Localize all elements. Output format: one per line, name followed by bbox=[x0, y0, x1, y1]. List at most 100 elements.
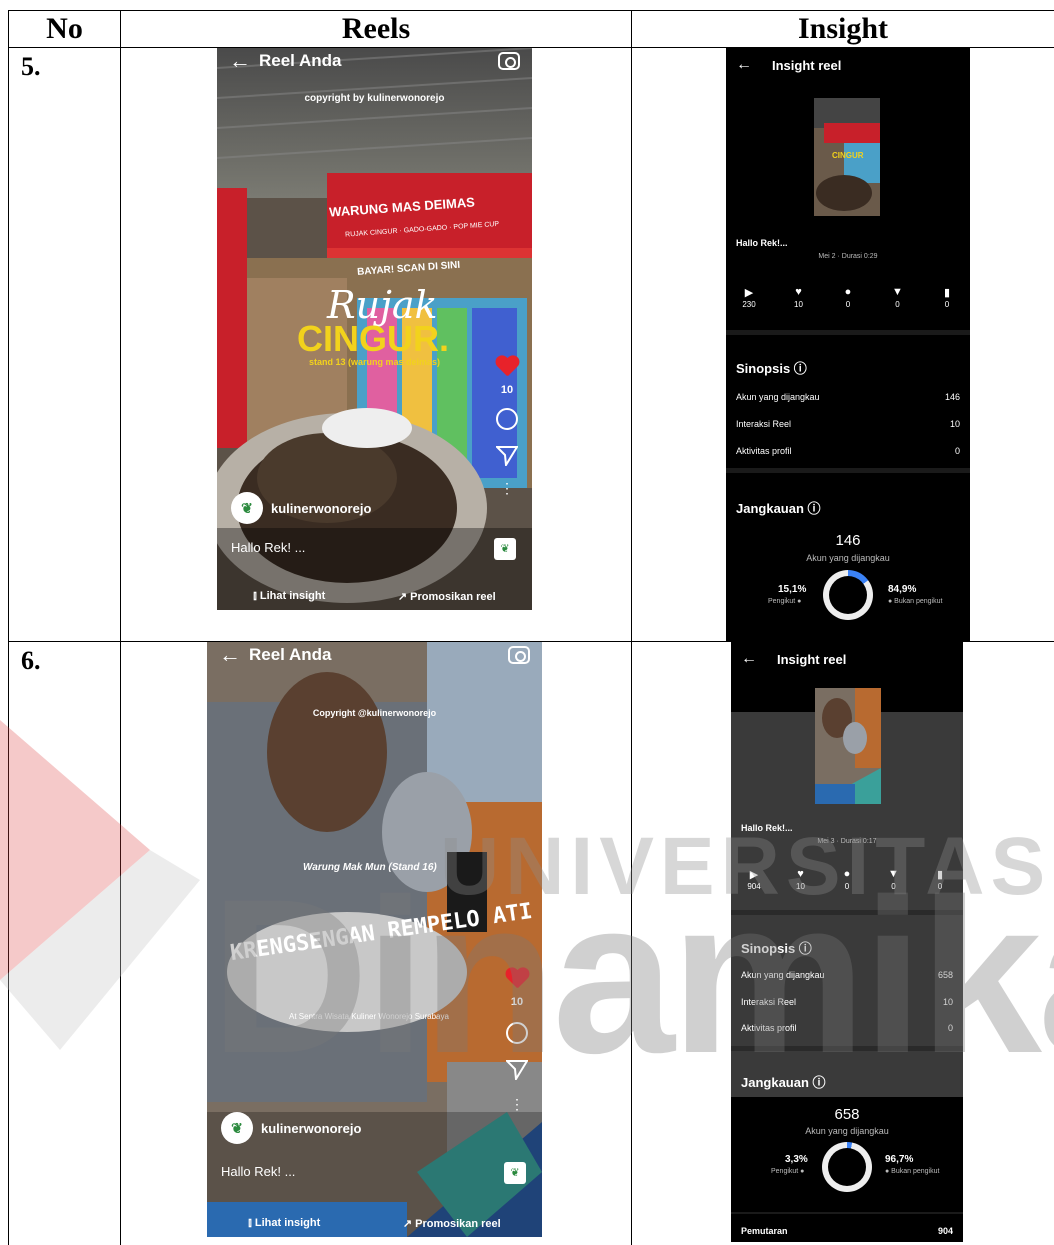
chart-icon: ⫾ bbox=[248, 1216, 255, 1229]
reel-user[interactable]: ❦ kulinerwonorejo bbox=[231, 492, 371, 524]
chart-icon: ⫾ bbox=[253, 589, 260, 602]
metric-row: Akun yang dijangkau 146 bbox=[736, 392, 960, 402]
heart-icon[interactable] bbox=[495, 356, 519, 378]
bookmark-icon: ▮ bbox=[936, 869, 944, 881]
share-icon[interactable] bbox=[504, 1060, 529, 1083]
saves-stat: ▮ 0 bbox=[927, 868, 953, 891]
metric-row: Interaksi Reel 10 bbox=[741, 997, 953, 1007]
document-table: No Reels Insight 5. WARUNG MAS DEIMAS RU… bbox=[8, 10, 1054, 1245]
metric-row: Aktivitas profil 0 bbox=[741, 1023, 953, 1033]
post-caption: Hallo Rek!... bbox=[741, 823, 793, 833]
follower-label: Pengikut ● bbox=[771, 1168, 805, 1175]
post-meta: Mei 2 · Durasi 0:29 bbox=[818, 253, 878, 260]
play-icon: ▶ bbox=[744, 287, 754, 299]
reach-donut bbox=[822, 1142, 872, 1192]
camera-icon[interactable] bbox=[498, 52, 520, 70]
more-icon[interactable]: ⋮ bbox=[494, 481, 520, 495]
nonfollower-label: ● Bukan pengikut bbox=[885, 1168, 940, 1175]
reach-number: 146 bbox=[835, 532, 861, 549]
section-jangkauan[interactable]: Jangkauan ⓘ bbox=[736, 498, 821, 517]
insight-link[interactable]: ⫾ Lihat insight bbox=[253, 590, 325, 603]
location-text: At Sentra Wisata Kuliner Wonorejo Suraba… bbox=[289, 1012, 449, 1021]
reach-label: Akun yang dijangkau bbox=[805, 1126, 889, 1136]
camera-icon[interactable] bbox=[508, 646, 530, 664]
stand-text: Warung Mak Mun (Stand 16) bbox=[303, 862, 437, 873]
heart-icon: ♥ bbox=[795, 286, 802, 298]
comment-icon[interactable] bbox=[506, 1022, 528, 1044]
overlay-big: CINGUR. bbox=[297, 318, 449, 359]
section-jangkauan[interactable]: Jangkauan ⓘ bbox=[741, 1072, 826, 1091]
reel-topbar: ← Reel Anda bbox=[217, 48, 532, 74]
avatar[interactable]: ❦ bbox=[221, 1112, 253, 1144]
nonfollower-label: ● Bukan pengikut bbox=[888, 598, 943, 605]
likes-stat: ♥ 10 bbox=[788, 868, 814, 891]
post-meta: Mei 3 · Durasi 0:17 bbox=[817, 838, 877, 845]
reel-thumbnail[interactable] bbox=[815, 688, 881, 804]
like-count: 10 bbox=[500, 384, 514, 396]
promote-link[interactable]: ↗ Promosikan reel bbox=[398, 590, 496, 603]
post-caption: Hallo Rek!... bbox=[736, 238, 788, 248]
username[interactable]: kulinerwonorejo bbox=[271, 501, 371, 516]
reel-topbar: ← Reel Anda bbox=[207, 642, 542, 668]
header-no: No bbox=[8, 10, 121, 48]
reach-label: Akun yang dijangkau bbox=[806, 553, 890, 563]
table-row: 5. WARUNG MAS DEIMAS RUJAK CINGUR · GADO… bbox=[8, 47, 1054, 642]
reel-user[interactable]: ❦ kulinerwonorejo bbox=[221, 1112, 361, 1144]
promote-link[interactable]: ↗ Promosikan reel bbox=[403, 1217, 501, 1230]
header-row: No Reels Insight bbox=[8, 10, 1054, 48]
more-icon[interactable]: ⋮ bbox=[504, 1097, 530, 1111]
back-arrow-icon[interactable]: ← bbox=[229, 48, 259, 74]
metric-row: Interaksi Reel 10 bbox=[736, 419, 960, 429]
reel-cell: ← Reel Anda Copyright @kulinerwonorejo W… bbox=[120, 641, 632, 1245]
row-number: 5. bbox=[8, 47, 121, 642]
comment-icon: ● bbox=[844, 286, 852, 298]
insight-screenshot: ← Insight reel Hallo Rek!... Mei 3 · Dur… bbox=[731, 642, 963, 1242]
insight-link[interactable]: ⫾ Lihat insight bbox=[248, 1217, 320, 1230]
reel-title: Reel Anda bbox=[259, 51, 342, 70]
insight-screenshot: ← Insight reel CINGUR Hallo Rek!... Mei … bbox=[726, 48, 970, 642]
reel-cell: WARUNG MAS DEIMAS RUJAK CINGUR · GADO-GA… bbox=[120, 47, 632, 642]
divider bbox=[726, 330, 970, 335]
comment-icon[interactable] bbox=[496, 408, 518, 430]
insight-topbar: ← Insight reel bbox=[736, 56, 841, 74]
reel-thumbnail[interactable]: CINGUR bbox=[814, 98, 880, 216]
post-stats: ▶ 904 ♥ 10 ● 0 ▼ 0 ▮ 0 bbox=[741, 868, 953, 891]
divider bbox=[731, 910, 963, 915]
overlay-small: stand 13 (warung mas deimas) bbox=[309, 357, 441, 367]
likes-stat: ♥ 10 bbox=[786, 286, 812, 309]
reel-bottom-bar: ⫾ Lihat insight ↗ Promosikan reel bbox=[207, 1209, 542, 1237]
insight-topbar: ← Insight reel bbox=[741, 650, 846, 668]
insight-cell: ← Insight reel CINGUR Hallo Rek!... Mei … bbox=[631, 47, 1054, 642]
reel-caption[interactable]: Hallo Rek! ... bbox=[231, 540, 305, 555]
share-icon[interactable] bbox=[494, 446, 519, 469]
heart-icon: ♥ bbox=[797, 868, 804, 880]
shares-stat: ▼ 0 bbox=[885, 286, 911, 309]
nonfollower-pct: 96,7% bbox=[885, 1154, 914, 1165]
back-arrow-icon[interactable]: ← bbox=[736, 56, 772, 74]
insight-title: Insight reel bbox=[772, 57, 842, 73]
section-sinopsis[interactable]: Sinopsis ⓘ bbox=[741, 938, 812, 957]
saves-stat: ▮ 0 bbox=[934, 286, 960, 309]
follower-pct: 3,3% bbox=[785, 1154, 808, 1165]
reel-screenshot: ← Reel Anda Copyright @kulinerwonorejo W… bbox=[207, 642, 542, 1237]
divider bbox=[731, 1212, 963, 1214]
reach-donut bbox=[823, 570, 873, 620]
reel-caption[interactable]: Hallo Rek! ... bbox=[221, 1164, 295, 1179]
header-reels: Reels bbox=[120, 10, 632, 48]
reel-title: Reel Anda bbox=[249, 645, 332, 664]
audio-thumb-icon[interactable]: ❦ bbox=[504, 1162, 526, 1184]
username[interactable]: kulinerwonorejo bbox=[261, 1121, 361, 1136]
avatar[interactable]: ❦ bbox=[231, 492, 263, 524]
reel-bottom-bar: ⫾ Lihat insight ↗ Promosikan reel bbox=[217, 582, 532, 610]
header-insight: Insight bbox=[631, 10, 1054, 48]
insight-title: Insight reel bbox=[777, 651, 847, 667]
share-icon: ▼ bbox=[892, 286, 903, 298]
back-arrow-icon[interactable]: ← bbox=[219, 642, 249, 668]
insight-cell: ← Insight reel Hallo Rek!... Mei 3 · Dur… bbox=[631, 641, 1054, 1245]
divider bbox=[726, 468, 970, 473]
back-arrow-icon[interactable]: ← bbox=[741, 650, 777, 668]
reel-side-actions: 10 ⋮ bbox=[494, 356, 520, 495]
heart-icon[interactable] bbox=[505, 968, 529, 990]
section-sinopsis[interactable]: Sinopsis ⓘ bbox=[736, 358, 807, 377]
audio-thumb-icon[interactable]: ❦ bbox=[494, 538, 516, 560]
